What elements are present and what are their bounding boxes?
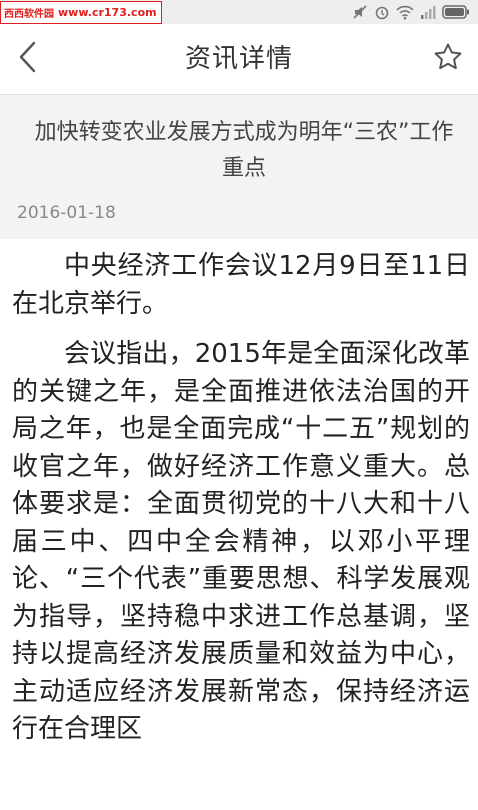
article-paragraph: 中央经济工作会议12月9日至11日在北京举行。 [12, 251, 470, 319]
article-header: 加快转变农业发展方式成为明年“三农”工作重点 2016-01-18 [0, 94, 478, 239]
alarm-icon [374, 4, 390, 20]
status-icons [352, 3, 470, 21]
favorite-button[interactable] [428, 38, 468, 80]
battery-icon [442, 5, 470, 19]
app-header: 资讯详情 [0, 24, 478, 94]
star-outline-icon [433, 42, 463, 76]
status-bar: 西西软件园 www.cr173.com [0, 0, 478, 24]
signal-icon [420, 5, 436, 19]
watermark-name: 西西软件园 [4, 9, 54, 20]
mute-icon [352, 4, 368, 20]
page-title: 资讯详情 [184, 44, 293, 74]
back-arrow-icon [18, 41, 38, 77]
article-body: 中央经济工作会议12月9日至11日在北京举行。 会议指出，2015年是全面深化改… [12, 248, 470, 762]
article-title: 加快转变农业发展方式成为明年“三农”工作重点 [34, 120, 454, 181]
wifi-icon [396, 4, 414, 20]
article-paragraph: 会议指出，2015年是全面深化改革的关键之年，是全面推进依法治国的开局之年，也是… [12, 339, 470, 744]
watermark-url: www.cr173.com [58, 6, 157, 19]
article-date: 2016-01-18 [17, 203, 116, 223]
watermark-logo: 西西软件园 www.cr173.com [0, 1, 162, 24]
back-button[interactable] [8, 38, 48, 80]
